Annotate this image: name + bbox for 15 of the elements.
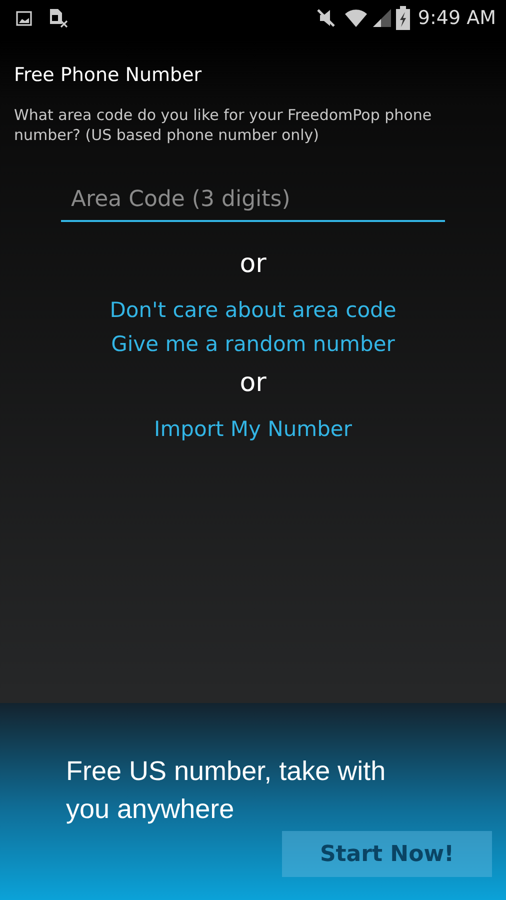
signal-icon	[372, 8, 392, 28]
prompt-text: What area code do you like for your FreedomPop phone number? (US based phone number only)	[13, 104, 433, 146]
option-link[interactable]: Don't care about area code Give me a random number	[102, 294, 404, 362]
wifi-icon	[344, 8, 368, 28]
battery-icon	[396, 6, 410, 30]
or-text: or	[240, 367, 266, 400]
screen-title: Free Phone Number	[13, 63, 203, 87]
mute-icon	[316, 8, 336, 28]
or-text: or	[240, 248, 266, 282]
area-code-field[interactable]: Area Code (3 digits)	[61, 179, 445, 222]
option-link[interactable]: Import My Number	[146, 413, 360, 447]
sim-card-icon	[48, 8, 70, 28]
status-time: 9:49 AM	[418, 6, 496, 31]
picture-icon	[16, 10, 32, 26]
banner-text: Free US number, take with you anywhere	[66, 755, 387, 826]
